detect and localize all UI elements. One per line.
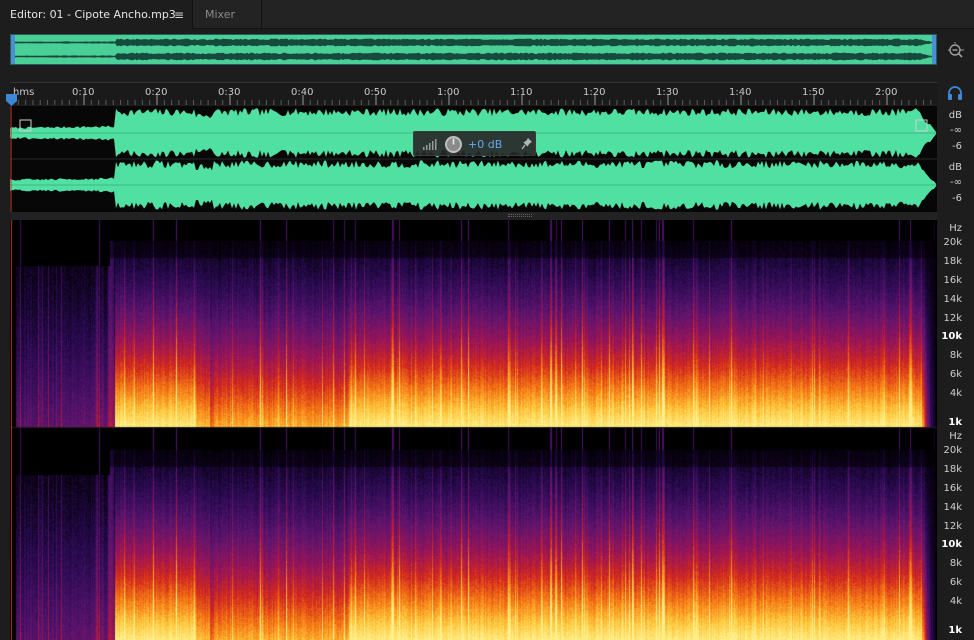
overview-waveform bbox=[11, 35, 936, 64]
hz-label: 4k bbox=[949, 388, 962, 399]
amp-unit-ch1: dB bbox=[948, 110, 962, 121]
hz-label: 1k bbox=[948, 625, 962, 636]
overview-channel bbox=[11, 38, 935, 47]
hz-label: 16k bbox=[943, 275, 962, 286]
ruler-tick-label: 0:10 bbox=[72, 87, 95, 98]
spectral-frequency-display[interactable] bbox=[10, 220, 937, 640]
ruler-tick-label: 0:40 bbox=[291, 87, 314, 98]
tab-editor[interactable]: Editor: 01 - Cipote Ancho.mp3 ≡ bbox=[0, 0, 193, 29]
amp-label-6-ch1: -6 bbox=[952, 141, 962, 152]
panel-menu-icon[interactable]: ≡ bbox=[174, 8, 184, 22]
hz-unit-ch2: Hz bbox=[949, 431, 962, 442]
hz-label: 6k bbox=[949, 577, 962, 588]
overview-left-handle[interactable] bbox=[11, 35, 15, 64]
vertical-scale-panel: dB -∞ -6 dB -∞ -6 Hz 20k 18k 16k 14k 12k 10k 8k… bbox=[937, 106, 974, 640]
hz-label: 8k bbox=[949, 350, 962, 361]
headphones-icon[interactable] bbox=[947, 86, 963, 100]
overview-navigator[interactable] bbox=[10, 34, 937, 65]
ruler-tick-label: 1:40 bbox=[729, 87, 752, 98]
hz-label: 10k bbox=[941, 539, 962, 550]
view-splitter[interactable] bbox=[10, 212, 937, 220]
waveform-channels bbox=[10, 106, 937, 212]
ruler-tick-label: 1:10 bbox=[510, 87, 533, 98]
amp-label-inf-ch2: -∞ bbox=[950, 177, 962, 188]
spectrogram-canvas bbox=[10, 220, 937, 640]
amp-unit-ch2: dB bbox=[948, 162, 962, 173]
level-meter-icon bbox=[423, 139, 437, 150]
volume-knob-icon[interactable] bbox=[444, 135, 463, 154]
pin-icon[interactable] bbox=[521, 137, 533, 151]
tab-mixer[interactable]: Mixer bbox=[194, 0, 262, 29]
ruler-tick-label: 0:50 bbox=[364, 87, 387, 98]
hz-label: 20k bbox=[943, 445, 962, 456]
tab-mixer-label: Mixer bbox=[205, 8, 236, 21]
hz-label: 18k bbox=[943, 464, 962, 475]
hz-label: 10k bbox=[941, 331, 962, 342]
hz-label: 4k bbox=[949, 596, 962, 607]
hz-label: 14k bbox=[943, 502, 962, 513]
hz-label: 14k bbox=[943, 294, 962, 305]
volume-hud[interactable]: +0 dB bbox=[413, 131, 536, 156]
hz-label: 18k bbox=[943, 256, 962, 267]
hz-label: 8k bbox=[949, 558, 962, 569]
tab-bar: Editor: 01 - Cipote Ancho.mp3 ≡ Mixer bbox=[0, 0, 974, 29]
tab-editor-label: Editor: 01 - Cipote Ancho.mp3 bbox=[10, 8, 176, 21]
hz-label: 12k bbox=[943, 521, 962, 532]
volume-gain-value[interactable]: +0 dB bbox=[468, 138, 502, 151]
zoom-out-icon[interactable] bbox=[945, 40, 967, 62]
ruler-tick-label: 2:00 bbox=[875, 87, 898, 98]
hz-label: 12k bbox=[943, 313, 962, 324]
hz-label: 1k bbox=[948, 417, 962, 428]
hz-label: 6k bbox=[949, 369, 962, 380]
splitter-grip[interactable] bbox=[508, 214, 532, 217]
playhead-marker-icon[interactable] bbox=[6, 94, 17, 106]
ruler-tick-label: 1:00 bbox=[437, 87, 460, 98]
ruler-tick-label: 1:20 bbox=[583, 87, 606, 98]
ruler-tick-label: 0:20 bbox=[145, 87, 168, 98]
ruler-tick-label: 0:30 bbox=[218, 87, 241, 98]
ruler-tick-label: 1:30 bbox=[656, 87, 679, 98]
hz-label: 20k bbox=[943, 237, 962, 248]
time-ruler[interactable]: hms 0:10 0:20 0:30 0:40 0:50 1:00 1:10 1:20 1:30… bbox=[10, 82, 937, 105]
hz-unit-ch1: Hz bbox=[949, 223, 962, 234]
waveform-display[interactable] bbox=[10, 106, 937, 212]
amp-label-6-ch2: -6 bbox=[952, 193, 962, 204]
amp-label-inf-ch1: -∞ bbox=[950, 125, 962, 136]
overview-channel bbox=[11, 52, 935, 61]
ruler-tick-label: 1:50 bbox=[802, 87, 825, 98]
hz-label: 16k bbox=[943, 483, 962, 494]
overview-right-handle[interactable] bbox=[932, 35, 936, 64]
